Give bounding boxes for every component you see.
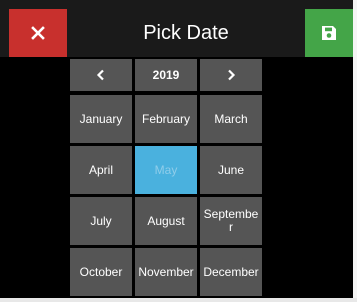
- prev-year-button[interactable]: [70, 59, 132, 91]
- month-august[interactable]: August: [135, 197, 197, 245]
- month-april[interactable]: April: [70, 146, 132, 194]
- year-label: 2019: [135, 59, 197, 91]
- month-july[interactable]: July: [70, 197, 132, 245]
- chevron-right-icon: [228, 69, 236, 81]
- dialog-title: Pick Date: [143, 22, 229, 44]
- month-february[interactable]: February: [135, 95, 197, 143]
- month-march[interactable]: March: [200, 95, 262, 143]
- month-june[interactable]: June: [200, 146, 262, 194]
- month-november[interactable]: November: [135, 248, 197, 296]
- save-button[interactable]: [305, 9, 353, 57]
- next-year-button[interactable]: [200, 59, 262, 91]
- floppy-disk-icon: [322, 26, 336, 40]
- month-january[interactable]: January: [70, 95, 132, 143]
- month-may-selected[interactable]: May: [135, 146, 197, 194]
- month-october[interactable]: October: [70, 248, 132, 296]
- dialog-header: Pick Date: [0, 0, 353, 57]
- month-september[interactable]: Septembe r: [200, 197, 262, 245]
- month-december[interactable]: December: [200, 248, 262, 296]
- close-icon: [31, 26, 45, 40]
- page-background-strip: [0, 298, 357, 302]
- date-picker-dialog: Pick Date 2019 January February March Ap…: [0, 0, 353, 298]
- chevron-left-icon: [96, 69, 104, 81]
- cancel-button[interactable]: [9, 9, 67, 57]
